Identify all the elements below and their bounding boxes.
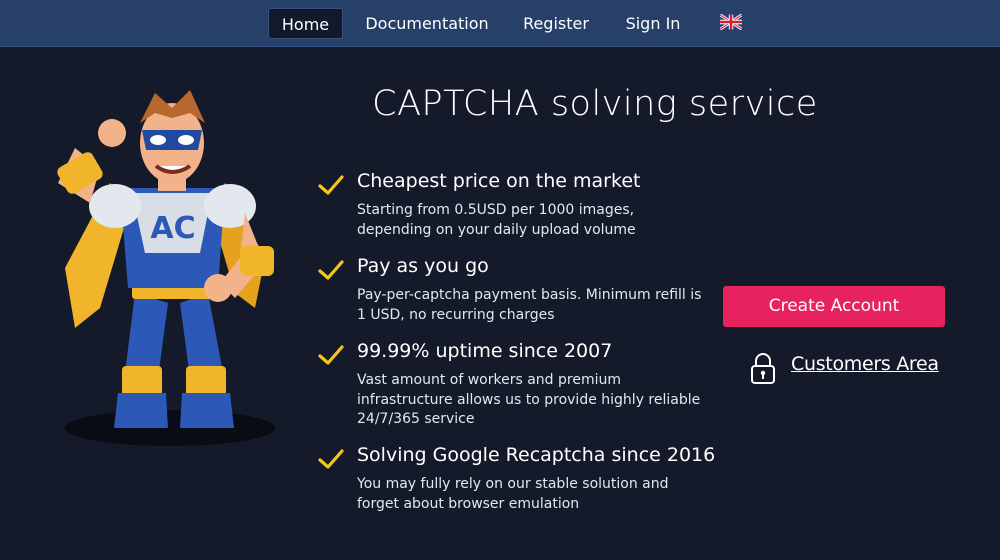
feature-description: You may fully rely on our stable solutio… bbox=[357, 476, 669, 512]
create-account-button[interactable]: Create Account bbox=[723, 286, 945, 327]
feature-title: 99.99% uptime since 2007 bbox=[357, 340, 613, 362]
nav-sign-in[interactable]: Sign In bbox=[620, 8, 686, 39]
mascot-badge: AC bbox=[150, 211, 195, 246]
feature-title: Pay as you go bbox=[357, 255, 489, 277]
feature-description: Pay-per-captcha payment basis. Minimum r… bbox=[357, 287, 702, 323]
nav-home[interactable]: Home bbox=[268, 8, 343, 39]
nav-documentation[interactable]: Documentation bbox=[360, 8, 494, 39]
customers-area-link[interactable]: Customers Area bbox=[791, 353, 939, 375]
checkmark-icon bbox=[318, 449, 344, 469]
feature-description: Vast amount of workers and premium infra… bbox=[357, 372, 701, 427]
superhero-mascot-illustration: AC bbox=[57, 90, 275, 446]
checkmark-icon bbox=[318, 260, 344, 280]
uk-flag-icon[interactable] bbox=[720, 14, 742, 30]
checkmark-icon bbox=[318, 345, 344, 365]
page-title: CAPTCHA solving service bbox=[372, 84, 818, 124]
feature-description: Starting from 0.5USD per 1000 images, de… bbox=[357, 202, 636, 238]
nav-register[interactable]: Register bbox=[517, 8, 595, 39]
checkmark-icon bbox=[318, 175, 344, 195]
feature-title: Cheapest price on the market bbox=[357, 170, 641, 192]
lock-icon bbox=[751, 353, 775, 384]
feature-title: Solving Google Recaptcha since 2016 bbox=[357, 444, 716, 466]
top-navbar: Home Documentation Register Sign In bbox=[0, 0, 1000, 47]
